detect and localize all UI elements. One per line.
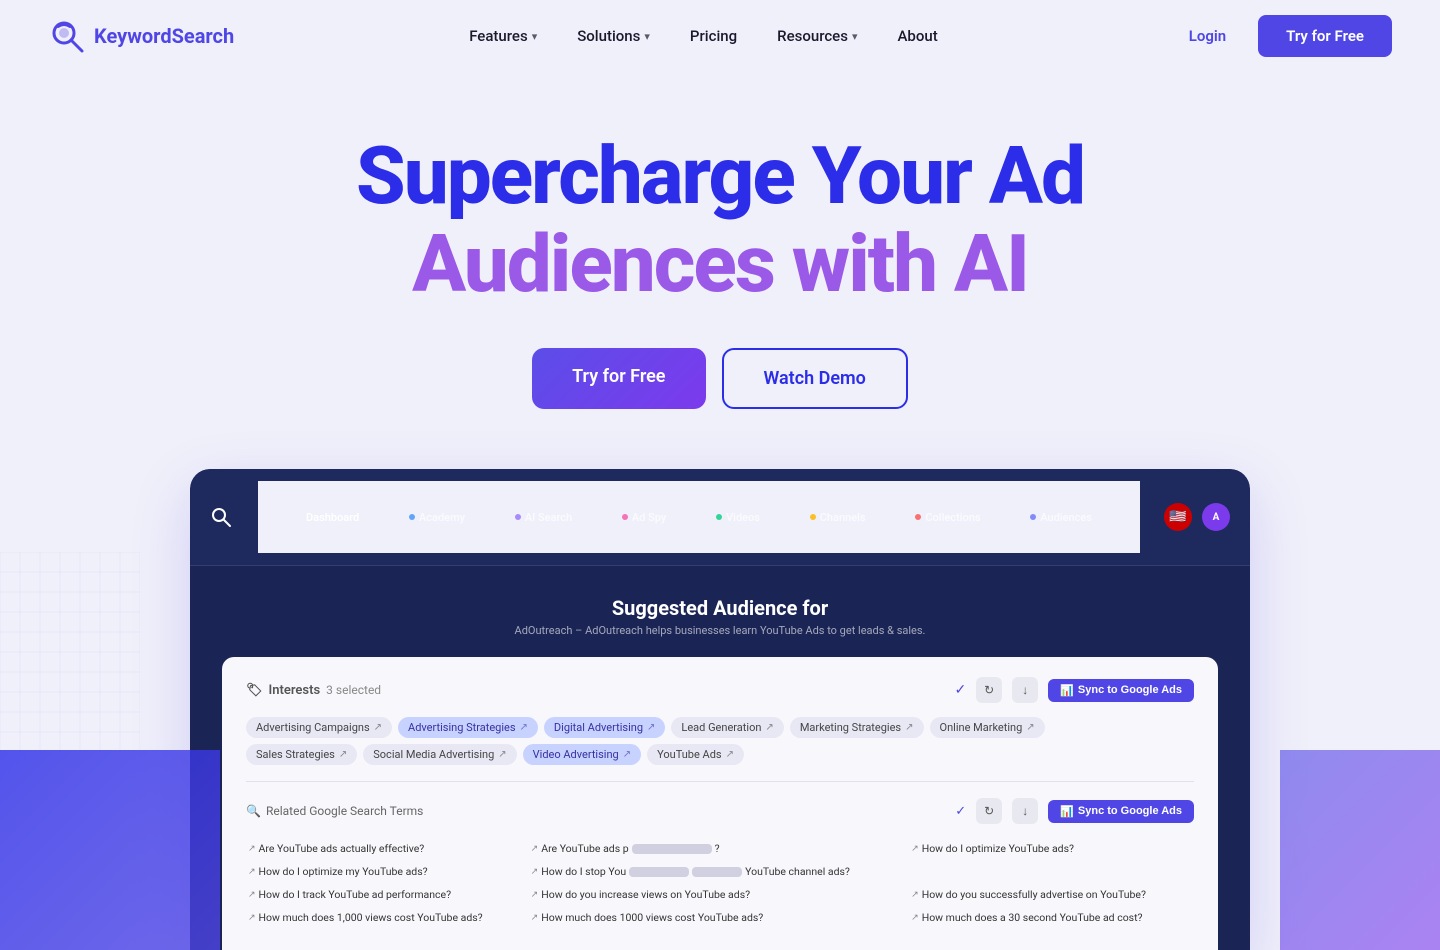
screen-nav-dashboard[interactable]: Dashboard (306, 511, 359, 524)
audience-card: 🏷 Interests 3 selected ✓ ↻ ↓ 📊 Sync (222, 657, 1218, 950)
term-cell: ↗ How do I track YouTube ad performance? (248, 884, 529, 905)
screen-nav-ad-spy[interactable]: Ad Spy (622, 511, 666, 524)
screen-nav-channels[interactable]: Channels (810, 511, 866, 524)
watch-demo-button[interactable]: Watch Demo (722, 348, 908, 409)
tag-video-advertising[interactable]: Video Advertising ↗ (523, 744, 641, 765)
search-terms-table: ↗ Are YouTube ads actually effective? ↗ … (246, 836, 1194, 930)
term-cell: ↗ How do you increase views on YouTube a… (531, 884, 909, 905)
table-row: ↗ Are YouTube ads actually effective? ↗ … (248, 838, 1192, 859)
sync-icon2: 📊 (1060, 805, 1074, 818)
term-cell: ↗ How do you successfully advertise on Y… (911, 884, 1192, 905)
bottom-right-accent (1280, 750, 1440, 950)
hero-buttons: Try for Free Watch Demo (48, 348, 1392, 409)
interests-actions: ✓ ↻ ↓ 📊 Sync to Google Ads (954, 677, 1194, 703)
screen-nav-collections[interactable]: Collections (915, 511, 980, 524)
table-row: ↗ How much does 1,000 views cost YouTube… (248, 907, 1192, 928)
nav-item-features[interactable]: Features ▾ (453, 19, 553, 53)
tag-advertising-strategies[interactable]: Advertising Strategies ↗ (398, 717, 538, 738)
screen-topbar: Dashboard Academy AI Search Ad Spy Video… (190, 469, 1250, 566)
term-cell: ↗ How much does a 30 second YouTube ad c… (911, 907, 1192, 928)
tag-online-marketing[interactable]: Online Marketing ↗ (930, 717, 1045, 738)
term-cell: ↗ How much does 1000 views cost YouTube … (531, 907, 909, 928)
screenshot-frame: Dashboard Academy AI Search Ad Spy Video… (190, 469, 1250, 950)
logo-link[interactable]: KeywordSearch (48, 17, 234, 55)
nav-item-pricing[interactable]: Pricing (674, 19, 753, 53)
screen-nav: Dashboard Academy AI Search Ad Spy Video… (258, 481, 1140, 553)
sync-icon: 📊 (1060, 684, 1074, 697)
nav-item-resources[interactable]: Resources ▾ (761, 19, 873, 53)
refresh-icon2[interactable]: ↻ (976, 798, 1002, 824)
nav-item-solutions[interactable]: Solutions ▾ (561, 19, 666, 53)
related-row: 🔍 Related Google Search Terms ✓ ↻ ↓ 📊 Sy… (246, 798, 1194, 824)
screen-content: Suggested Audience for AdOutreach – AdOu… (190, 566, 1250, 950)
tag-social-media-advertising[interactable]: Social Media Advertising ↗ (363, 744, 516, 765)
nav-item-about[interactable]: About (881, 19, 953, 53)
navbar: KeywordSearch Features ▾ Solutions ▾ Pri… (0, 0, 1440, 72)
nav-actions: Login Try for Free (1173, 15, 1392, 57)
tag-icon: 🏷 (246, 683, 263, 698)
logo-icon (48, 17, 86, 55)
section-title: Suggested Audience for (222, 596, 1218, 620)
search-icon: 🔍 (246, 804, 261, 818)
user-avatar: A (1202, 503, 1230, 531)
sync-google-ads-button2[interactable]: 📊 Sync to Google Ads (1048, 800, 1194, 823)
term-cell: ↗ Are YouTube ads p? (531, 838, 909, 859)
logo-plain: Keyword (94, 24, 172, 48)
screen-logo-icon (210, 505, 234, 529)
bottom-left-accent (0, 750, 220, 950)
table-row: ↗ How do I optimize my YouTube ads? ↗ Ho… (248, 861, 1192, 882)
logo-accent: Search (172, 24, 235, 48)
chevron-down-icon: ▾ (644, 30, 650, 43)
screen-nav-academy[interactable]: Academy (409, 511, 465, 524)
screen-nav-audiences[interactable]: Audiences (1030, 511, 1092, 524)
term-cell: ↗ How do I optimize my YouTube ads? (248, 861, 529, 882)
headline-part2: Audiences with AI (412, 217, 1028, 311)
related-label: 🔍 Related Google Search Terms (246, 804, 423, 818)
nav-links: Features ▾ Solutions ▾ Pricing Resources… (453, 19, 954, 53)
interests-label: 🏷 Interests 3 selected (246, 683, 381, 698)
download-icon2[interactable]: ↓ (1012, 798, 1038, 824)
table-row: ↗ How do I track YouTube ad performance?… (248, 884, 1192, 905)
hero-headline: Supercharge Your Ad Audiences with AI (48, 132, 1392, 308)
interest-tags-row2: Sales Strategies ↗ Social Media Advertis… (246, 744, 1194, 765)
tag-lead-generation[interactable]: Lead Generation ↗ (671, 717, 783, 738)
screen-nav-ai-search[interactable]: AI Search (515, 511, 572, 524)
headline-part1: Supercharge Your Ad (356, 129, 1084, 223)
section-subtitle: AdOutreach – AdOutreach helps businesses… (222, 624, 1218, 637)
product-screenshot: Dashboard Academy AI Search Ad Spy Video… (190, 469, 1250, 950)
term-cell: ↗ How much does 1,000 views cost YouTube… (248, 907, 529, 928)
hero-section: Supercharge Your Ad Audiences with AI Tr… (0, 72, 1440, 950)
checkmark-icon: ✓ (954, 682, 966, 698)
term-cell: ↗ How do I optimize YouTube ads? (911, 838, 1192, 859)
download-icon[interactable]: ↓ (1012, 677, 1038, 703)
refresh-icon[interactable]: ↻ (976, 677, 1002, 703)
try-for-free-hero-button[interactable]: Try for Free (532, 348, 705, 409)
tag-digital-advertising[interactable]: Digital Advertising ↗ (544, 717, 665, 738)
section-divider (246, 781, 1194, 782)
sync-google-ads-button[interactable]: 📊 Sync to Google Ads (1048, 679, 1194, 702)
tag-sales-strategies[interactable]: Sales Strategies ↗ (246, 744, 357, 765)
screen-nav-videos[interactable]: Videos (716, 511, 760, 524)
flag-icon: 🇺🇸 (1164, 503, 1192, 531)
checkmark-icon2: ✓ (955, 804, 966, 819)
login-button[interactable]: Login (1173, 19, 1242, 53)
try-for-free-nav-button[interactable]: Try for Free (1258, 15, 1392, 57)
term-cell: ↗ How do I stop You YouTube channel ads? (531, 861, 909, 882)
interests-row: 🏷 Interests 3 selected ✓ ↻ ↓ 📊 Sync (246, 677, 1194, 703)
related-actions: ✓ ↻ ↓ 📊 Sync to Google Ads (955, 798, 1194, 824)
interest-tags: Advertising Campaigns ↗ Advertising Stra… (246, 717, 1194, 738)
tag-marketing-strategies[interactable]: Marketing Strategies ↗ (790, 717, 924, 738)
tag-advertising-campaigns[interactable]: Advertising Campaigns ↗ (246, 717, 392, 738)
term-cell: ↗ Are YouTube ads actually effective? (248, 838, 529, 859)
chevron-down-icon: ▾ (852, 30, 858, 43)
chevron-down-icon: ▾ (532, 30, 538, 43)
screen-right-actions: 🇺🇸 A (1164, 503, 1230, 531)
logo-text: KeywordSearch (94, 24, 234, 48)
tag-youtube-ads[interactable]: YouTube Ads ↗ (647, 744, 744, 765)
